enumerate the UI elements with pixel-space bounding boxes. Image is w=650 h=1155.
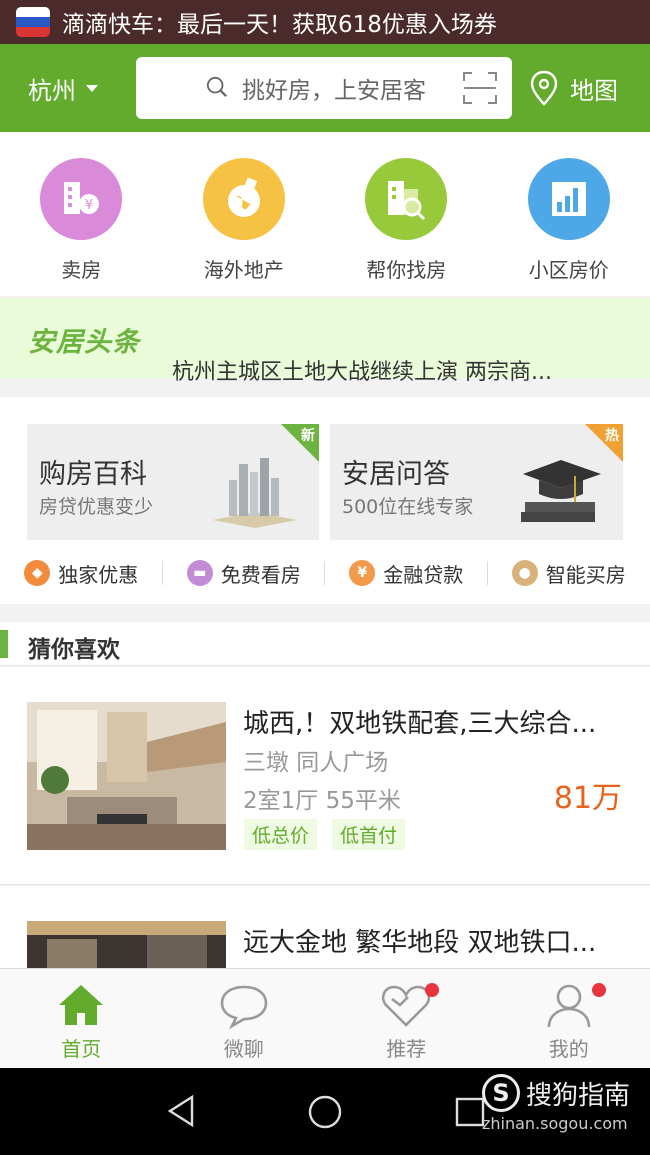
quick-link-finance[interactable]: ¥ 金融贷款 <box>325 553 488 593</box>
city-selector[interactable]: 杭州 <box>28 71 136 106</box>
listing-item[interactable]: 城西,！双地铁配套,三大综合... 三墩 同人广场 2室1厅 55平米 81万 … <box>0 667 650 885</box>
map-label: 地图 <box>570 76 618 105</box>
card-title: 购房百科 <box>39 459 147 490</box>
city-label: 杭州 <box>28 76 76 105</box>
listing-price: 81万 <box>553 781 622 816</box>
chat-bubble-icon <box>220 985 268 1029</box>
quick-link-label: 独家优惠 <box>58 562 139 587</box>
home-icon <box>59 985 104 1025</box>
qa-card[interactable]: 安居问答 500位在线专家 热 <box>330 424 623 540</box>
user-icon <box>547 984 591 1028</box>
sogou-logo-icon: S <box>481 1074 520 1112</box>
search-placeholder: 挑好房，上安居客 <box>242 78 426 104</box>
category-house-price[interactable]: 小区房价 <box>488 132 650 296</box>
category-label: 帮你找房 <box>366 258 447 282</box>
car-icon: ▬ <box>186 560 213 586</box>
money-bag-icon: ¥ <box>349 560 376 586</box>
listing-photo <box>27 921 226 968</box>
notification-dot <box>425 983 439 997</box>
price-chart-icon <box>527 158 610 240</box>
headline-text: 杭州主城区土地大战继续上演 两宗商... <box>172 360 552 385</box>
map-button[interactable]: 地图 <box>528 70 618 106</box>
sell-house-icon: ¥ <box>40 158 123 240</box>
category-label: 海外地产 <box>203 258 284 282</box>
listing-tag: 低总价 <box>244 819 318 850</box>
quick-link-free-viewing[interactable]: ▬ 免费看房 <box>163 553 325 593</box>
notification-text: 滴滴快车：最后一天！获取618优惠入场券 <box>62 12 497 38</box>
watermark-url: zhinan.sogou.com <box>481 1114 628 1133</box>
category-find-house[interactable]: 帮你找房 <box>325 132 488 296</box>
map-pin-icon <box>530 70 558 106</box>
quick-link-smart-buy[interactable]: ● 智能买房 <box>488 553 650 593</box>
app-header: 杭州 挑好房，上安居客 地图 <box>0 44 650 132</box>
robot-icon: ● <box>511 560 538 586</box>
listing-location: 三墩 同人广场 <box>243 750 389 776</box>
home-button-icon[interactable] <box>307 1094 343 1130</box>
back-icon[interactable] <box>166 1094 196 1128</box>
quick-link-exclusive[interactable]: ◆ 独家优惠 <box>0 553 163 593</box>
hot-badge-label: 热 <box>605 428 619 444</box>
category-label: 卖房 <box>61 258 102 282</box>
tab-recommend[interactable]: 推荐 <box>325 969 488 1068</box>
tab-profile[interactable]: 我的 <box>488 969 650 1068</box>
bottom-tab-bar: 首页 微聊 推荐 我的 <box>0 968 650 1068</box>
listing-photo <box>27 702 226 850</box>
anjuke-headline-logo: 安居头条 <box>28 327 140 358</box>
notification-banner[interactable]: 滴滴快车：最后一天！获取618优惠入场券 <box>0 0 650 44</box>
tab-label: 微聊 <box>223 1037 264 1061</box>
quick-links: ◆ 独家优惠 ▬ 免费看房 ¥ 金融贷款 ● 智能买房 <box>0 553 650 593</box>
news-headline[interactable]: 安居头条 杭州主城区土地大战继续上演 两宗商... <box>0 298 650 385</box>
tag-icon: ◆ <box>24 560 51 586</box>
card-title: 安居问答 <box>342 459 450 490</box>
tab-label: 我的 <box>548 1037 589 1061</box>
system-navigation-bar: S 搜狗指南 zhinan.sogou.com <box>0 1068 650 1155</box>
graduation-cap-icon <box>521 460 601 522</box>
recommend-section-header: 猜你喜欢 <box>0 622 650 666</box>
city-book-icon <box>213 458 297 528</box>
tab-chat[interactable]: 微聊 <box>163 969 326 1068</box>
encyclopedia-card[interactable]: 购房百科 房贷优惠变少 新 <box>27 424 319 540</box>
tab-home[interactable]: 首页 <box>0 969 163 1068</box>
listing-title: 远大金地 繁华地段 双地铁口... <box>243 928 597 958</box>
search-input[interactable]: 挑好房，上安居客 <box>136 57 512 119</box>
watermark-title: 搜狗指南 <box>525 1080 630 1111</box>
card-subtitle: 房贷优惠变少 <box>39 496 154 518</box>
tab-label: 推荐 <box>386 1037 427 1061</box>
find-house-icon <box>365 158 448 240</box>
listing-spec: 2室1厅 55平米 <box>243 788 401 814</box>
didi-app-icon <box>16 7 50 37</box>
chevron-down-icon <box>86 84 98 92</box>
category-sell-house[interactable]: ¥ 卖房 <box>0 132 163 296</box>
tab-label: 首页 <box>61 1037 102 1061</box>
category-label: 小区房价 <box>528 258 609 282</box>
quick-link-label: 智能买房 <box>545 562 626 587</box>
search-icon <box>206 76 227 97</box>
section-accent-bar <box>0 630 8 658</box>
quick-link-label: 金融贷款 <box>383 562 464 587</box>
sogou-watermark: S 搜狗指南 zhinan.sogou.com <box>481 1074 630 1133</box>
listing-tag: 低首付 <box>332 819 406 850</box>
promo-section: 购房百科 房贷优惠变少 新 安居问答 500位在线专家 热 ◆ 独家优惠 ▬ 免… <box>0 397 650 604</box>
quick-link-label: 免费看房 <box>220 562 301 587</box>
category-overseas[interactable]: 海外地产 <box>163 132 326 296</box>
notification-dot <box>591 983 606 997</box>
new-badge-label: 新 <box>301 428 315 444</box>
svg-text:¥: ¥ <box>85 198 93 213</box>
globe-icon <box>202 158 285 240</box>
scan-icon[interactable] <box>462 71 498 105</box>
listing-title: 城西,！双地铁配套,三大综合... <box>243 709 597 739</box>
category-grid: ¥ 卖房 海外地产 帮你找房 小区房价 <box>0 132 650 296</box>
card-subtitle: 500位在线专家 <box>342 496 474 518</box>
listing-item[interactable]: 远大金地 繁华地段 双地铁口... <box>0 886 650 968</box>
section-title: 猜你喜欢 <box>28 637 120 663</box>
